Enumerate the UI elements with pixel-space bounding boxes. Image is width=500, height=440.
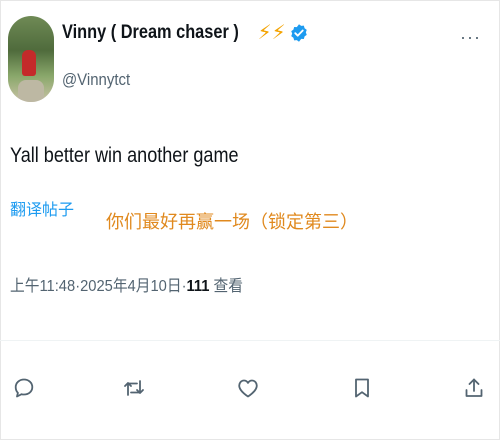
tweet-text: Yall better win another game bbox=[10, 144, 239, 167]
translate-post-link[interactable]: 翻译帖子 bbox=[10, 196, 74, 220]
bookmark-icon bbox=[355, 378, 369, 398]
avatar-road bbox=[18, 80, 44, 102]
more-options-icon[interactable]: ··· bbox=[460, 28, 481, 46]
verified-badge-icon bbox=[290, 24, 307, 42]
tweet-time[interactable]: 上午11:48 bbox=[10, 278, 75, 295]
author-name-row: Vinny ( Dream chaser ) ⚡⚡ bbox=[62, 22, 309, 44]
like-button[interactable] bbox=[234, 372, 262, 404]
retweet-icon bbox=[124, 380, 144, 396]
share-button[interactable] bbox=[460, 372, 488, 404]
avatar[interactable] bbox=[8, 16, 54, 102]
avatar-figure bbox=[22, 50, 36, 76]
tweet-meta: 上午11:48·2025年4月10日·111 查看 bbox=[10, 272, 243, 296]
author-badges: ⚡⚡ bbox=[258, 23, 309, 43]
reply-icon bbox=[14, 378, 34, 398]
translated-text: 你们最好再赢一场（锁定第三） bbox=[106, 212, 358, 232]
bolt-emoji: ⚡⚡ bbox=[257, 22, 286, 44]
share-icon bbox=[465, 378, 483, 397]
heart-icon bbox=[238, 379, 258, 398]
author-handle[interactable]: @Vinnytct bbox=[62, 70, 130, 90]
views-label: 查看 bbox=[213, 278, 243, 295]
author-display-name[interactable]: Vinny ( Dream chaser ) bbox=[62, 22, 239, 44]
tweet-date[interactable]: 2025年4月10日 bbox=[80, 278, 181, 295]
reply-button[interactable] bbox=[10, 372, 38, 404]
retweet-button[interactable] bbox=[120, 372, 148, 404]
bookmark-button[interactable] bbox=[348, 372, 376, 404]
views-count: 111 bbox=[186, 278, 210, 295]
divider bbox=[0, 340, 500, 341]
